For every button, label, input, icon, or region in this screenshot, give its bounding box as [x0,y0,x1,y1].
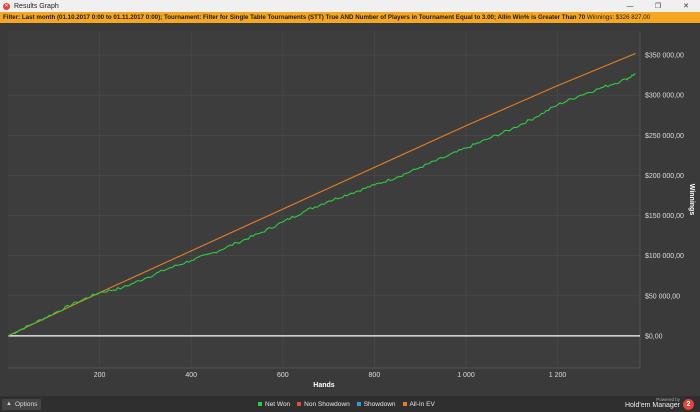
y-tick-label: $150 000,00 [645,213,684,220]
x-tick-label: 800 [369,372,381,379]
filter-bar: Filter: Last month (01.10.2017 0:00 to 0… [0,12,700,23]
minimize-button[interactable]: — [616,0,644,12]
legend-label: All-In EV [409,400,435,408]
legend-label: Showdown [363,400,396,408]
x-axis-label: Hands [313,382,335,389]
y-tick-label: $50 000,00 [645,293,680,300]
y-tick-label: $250 000,00 [645,133,684,140]
legend-label: Non Showdown [304,400,350,408]
legend-item[interactable]: All-In EV [402,400,435,408]
x-tick-label: 400 [185,372,197,379]
y-tick-label: $100 000,00 [645,253,684,260]
window-title: Results Graph [14,2,59,10]
y-tick-label: $200 000,00 [645,173,684,180]
close-button[interactable]: ✕ [672,0,700,12]
x-tick-label: 600 [277,372,289,379]
x-tick-label: 1 200 [549,372,567,379]
options-button[interactable]: ▲ Options [2,399,42,410]
legend-swatch [297,402,302,406]
x-tick-label: 200 [94,372,106,379]
maximize-button[interactable]: ❐ [644,0,672,12]
legend-item[interactable]: Net Won [258,401,290,408]
chart-legend: Net Won Non Showdown Showdown All-In EV [258,396,435,412]
legend-label: Net Won [265,400,291,408]
legend-item[interactable]: Non Showdown [297,401,350,408]
winnings-summary: Winnings: $326 827,00 [586,14,651,21]
y-tick-label: $0,00 [645,333,663,340]
bottom-bar: ▲ Options Net Won Non Showdown Showdown All… [0,396,700,412]
chart-svg: 200 400 600 800 1 000 1 200 $0,00 $50 000,00 $10… [7,31,695,389]
chevron-up-icon: ▲ [6,401,12,407]
filter-text: Filter: Last month (01.10.2017 0:00 to 0… [3,14,586,21]
brand-logo: Powered by Hold'em Manager 2 [614,396,694,412]
brand-name: Hold'em Manager [624,402,680,409]
x-tick-label: 1 000 [457,372,475,379]
y-tick-label: $300 000,00 [645,93,684,100]
legend-swatch [258,402,262,406]
hem-logo-icon: ✕ [3,2,10,10]
hem2-badge-icon: 2 [683,399,694,410]
legend-swatch [402,402,407,406]
plot-area [8,31,640,368]
legend-item[interactable]: Showdown [356,400,396,408]
legend-swatch [356,402,361,406]
options-label: Options [14,401,38,408]
y-axis-label: Winnings [688,184,695,216]
y-tick-label: $350 000,00 [645,53,684,60]
window-controls: — ❐ ✕ [616,0,700,12]
results-chart: 200 400 600 800 1 000 1 200 $0,00 $50 000,00 $10… [0,23,700,396]
